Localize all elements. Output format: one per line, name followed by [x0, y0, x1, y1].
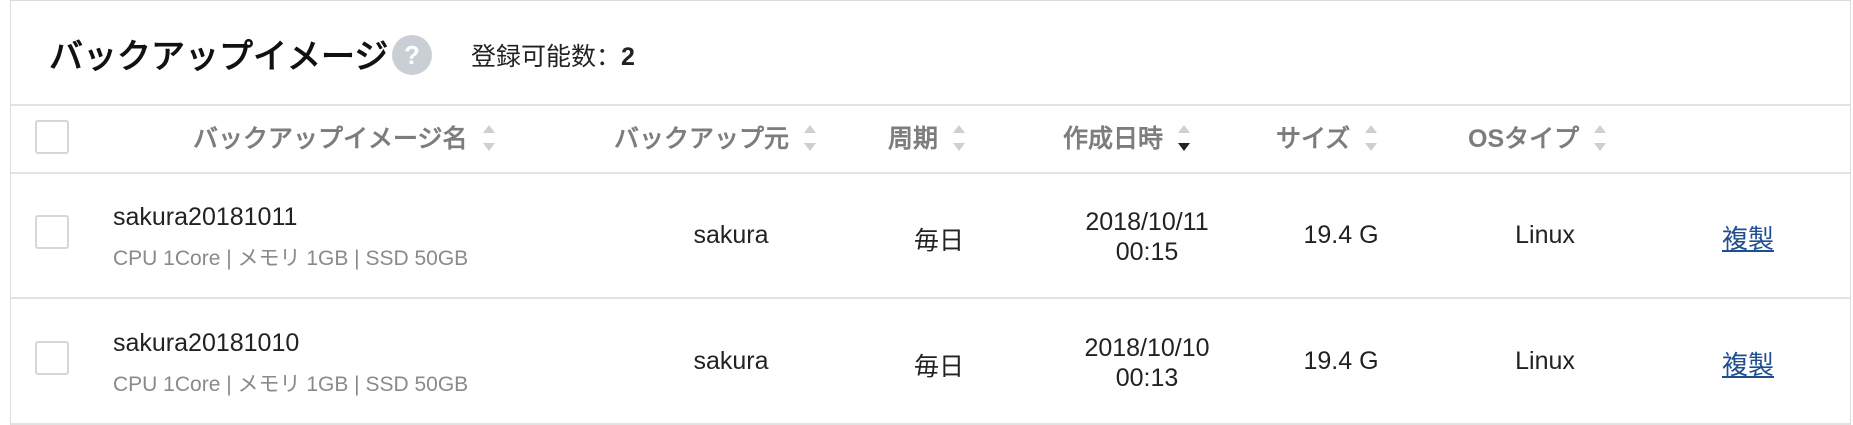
column-header-created[interactable]: 作成日時: [1063, 119, 1191, 159]
sort-icon[interactable]: [1593, 121, 1607, 155]
column-label: バックアップイメージ名: [193, 125, 468, 153]
duplicate-link[interactable]: 複製: [1722, 345, 1774, 382]
backup-spec: CPU 1Core | メモリ 1GB | SSD 50GB: [113, 373, 469, 396]
backup-name: sakura20181010: [113, 329, 300, 357]
column-header-name[interactable]: バックアップイメージ名: [193, 119, 496, 159]
os-type: Linux: [1515, 347, 1575, 375]
backup-cycle: 毎日: [913, 353, 964, 381]
created-time: 00:13: [1115, 364, 1179, 392]
backup-cycle: 毎日: [913, 227, 964, 255]
divider: [11, 172, 1850, 174]
backup-spec: CPU 1Core | メモリ 1GB | SSD 50GB: [113, 247, 469, 270]
backup-source: sakura: [693, 347, 769, 375]
select-all-checkbox[interactable]: [35, 120, 69, 154]
row-checkbox[interactable]: [35, 341, 69, 375]
sort-icon[interactable]: [1364, 121, 1378, 155]
backup-source: sakura: [693, 221, 769, 249]
column-header-size[interactable]: サイズ: [1276, 119, 1378, 159]
column-label: バックアップ元: [614, 125, 790, 153]
backup-name: sakura20181011: [113, 203, 298, 231]
sort-icon[interactable]: [482, 121, 496, 155]
divider: [11, 297, 1850, 299]
created-time: 00:15: [1115, 238, 1179, 266]
column-header-source[interactable]: バックアップ元: [614, 119, 817, 159]
backup-size: 19.4 G: [1303, 221, 1379, 249]
panel-header: バックアップイメージ ? 登録可能数：2: [11, 1, 1850, 105]
created-date: 2018/10/10: [1084, 334, 1210, 362]
column-label: OSタイプ: [1468, 125, 1580, 153]
sort-icon[interactable]: [952, 121, 966, 155]
sort-desc-icon[interactable]: [1177, 121, 1191, 155]
backup-image-panel: バックアップイメージ ? 登録可能数：2 バックアップイメージ名 バックアップ元…: [10, 0, 1851, 425]
page-title: バックアップイメージ: [49, 38, 389, 76]
backup-size: 19.4 G: [1303, 347, 1379, 375]
registration-count: 登録可能数：2: [471, 37, 635, 73]
divider: [11, 104, 1850, 106]
created-date: 2018/10/11: [1085, 208, 1209, 236]
column-label: サイズ: [1276, 125, 1351, 153]
column-label: 作成日時: [1063, 125, 1164, 153]
duplicate-link[interactable]: 複製: [1722, 219, 1774, 256]
column-header-cycle[interactable]: 周期: [888, 119, 966, 159]
help-icon[interactable]: ?: [392, 35, 432, 75]
column-label: 周期: [888, 125, 939, 153]
registration-count-value: 2: [621, 43, 635, 71]
os-type: Linux: [1515, 221, 1575, 249]
column-header-os[interactable]: OSタイプ: [1468, 119, 1607, 159]
sort-icon[interactable]: [803, 121, 817, 155]
row-checkbox[interactable]: [35, 215, 69, 249]
registration-count-label: 登録可能数：: [471, 43, 622, 71]
